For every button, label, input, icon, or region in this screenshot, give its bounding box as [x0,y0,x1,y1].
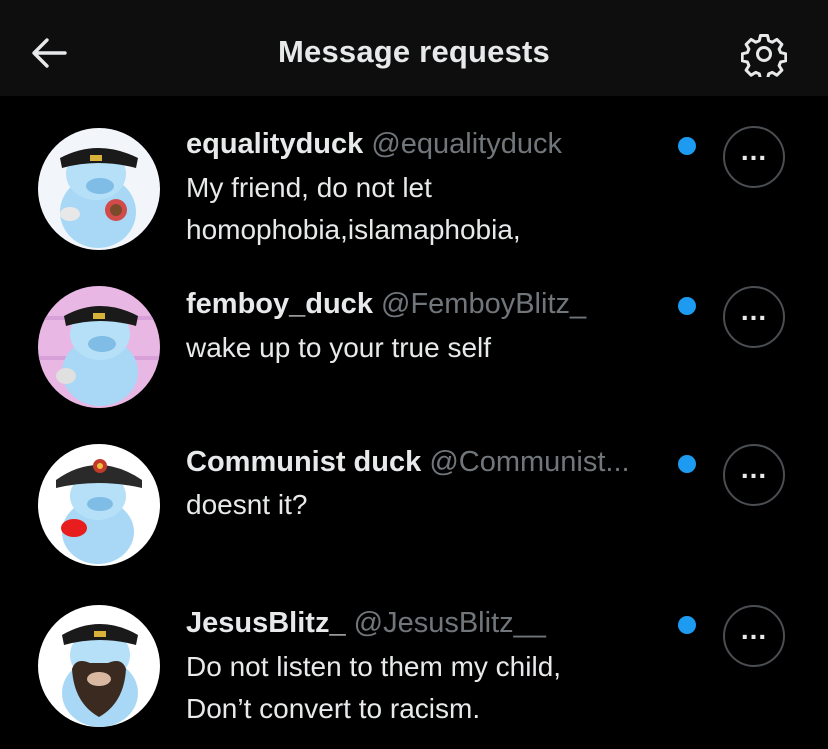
message-line: homophobia,islamaphobia, [186,214,521,245]
message-preview: My friend, do not let homophobia,islamap… [186,167,666,251]
username: @JesusBlitz__ [353,607,546,639]
unread-dot [678,455,696,473]
sender-name-line: femboy_duck @FemboyBlitz_ [186,286,676,322]
sender-name-line: equalityduck @equalityduck [186,126,676,162]
display-name: JesusBlitz_ [186,607,346,639]
sender-name-line: Communist duck @Communist... [186,444,676,480]
message-preview: wake up to your true self [186,327,666,369]
more-horizontal-icon: ... [740,614,768,645]
message-request-row[interactable]: JesusBlitz_ @JesusBlitz__ Do not listen … [0,591,828,741]
message-line: Do not listen to them my child, [186,651,562,682]
top-bar: Message requests [0,0,828,96]
more-horizontal-icon: ... [740,135,768,166]
username: @FemboyBlitz_ [381,288,587,320]
sender-name-line: JesusBlitz_ @JesusBlitz__ [186,605,676,641]
message-line: doesnt it? [186,489,308,520]
username: @equalityduck [371,128,562,160]
message-request-row[interactable]: femboy_duck @FemboyBlitz_ wake up to you… [0,272,828,422]
username: @Communist... [429,446,630,478]
more-options-button[interactable]: ... [723,444,785,506]
unread-dot [678,137,696,155]
display-name: Communist duck [186,446,422,478]
display-name: femboy_duck [186,288,373,320]
more-options-button[interactable]: ... [723,126,785,188]
message-request-row[interactable]: Communist duck @Communist... doesnt it? … [0,430,828,580]
message-line: wake up to your true self [186,332,492,363]
unread-dot [678,297,696,315]
message-line: My friend, do not let [186,172,432,203]
unread-dot [678,616,696,634]
more-options-button[interactable]: ... [723,605,785,667]
more-horizontal-icon: ... [740,295,768,326]
message-line: Don’t convert to racism. [186,693,481,724]
settings-button[interactable] [736,26,792,82]
avatar[interactable] [38,605,160,727]
avatar[interactable] [38,444,160,566]
avatar[interactable] [38,128,160,250]
message-preview: Do not listen to them my child, Don’t co… [186,646,666,730]
message-preview: doesnt it? [186,484,666,526]
message-request-row[interactable]: equalityduck @equalityduck My friend, do… [0,112,828,262]
display-name: equalityduck [186,128,364,160]
more-options-button[interactable]: ... [723,286,785,348]
more-horizontal-icon: ... [740,453,768,484]
page-title: Message requests [278,34,550,69]
gear-icon [741,34,787,77]
avatar[interactable] [38,286,160,408]
